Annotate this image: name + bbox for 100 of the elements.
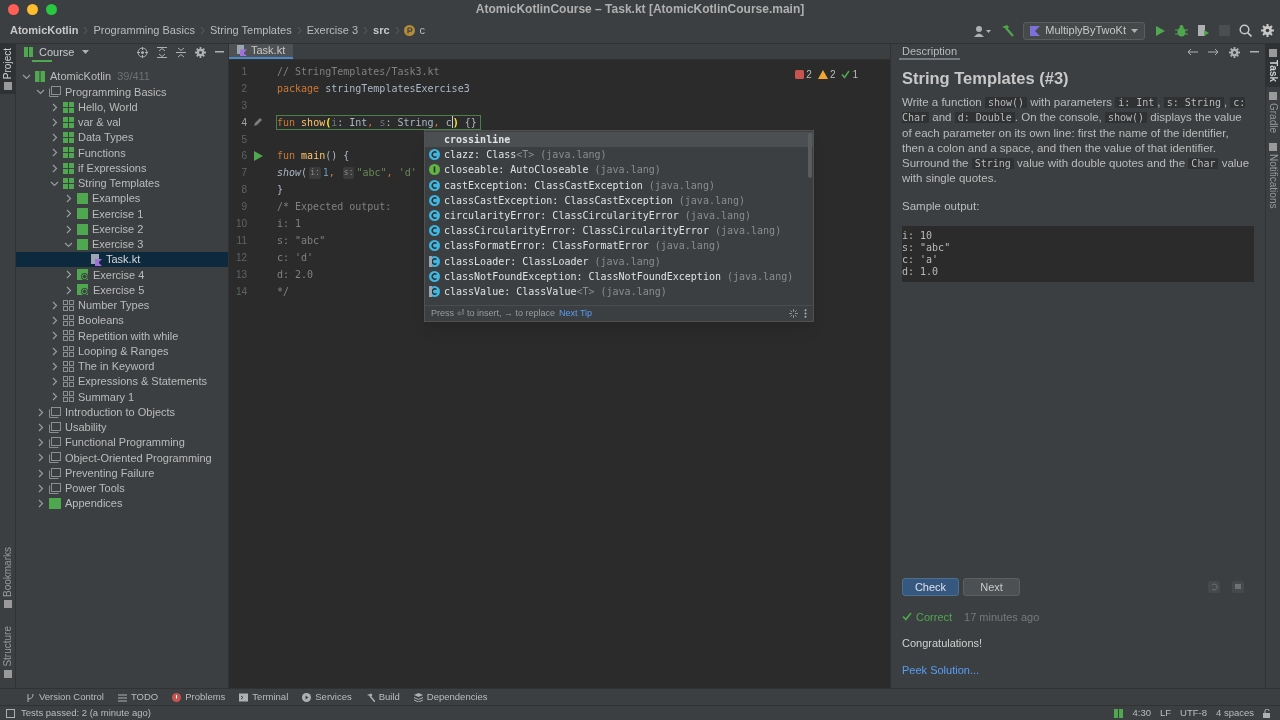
tree-item[interactable]: Functional Programming — [16, 435, 228, 451]
zoom-button[interactable] — [46, 4, 57, 15]
tool-window-button[interactable]: Build — [365, 689, 400, 705]
arrow-right-icon[interactable] — [1208, 48, 1219, 56]
tree-item[interactable]: Data Types — [16, 130, 228, 146]
coverage-icon[interactable] — [1197, 24, 1210, 37]
tree-item[interactable]: Object-Oriented Programming — [16, 450, 228, 466]
inspection-indicator[interactable]: 1 — [841, 67, 858, 82]
settings-icon[interactable] — [1229, 46, 1240, 58]
tree-item[interactable]: Power Tools — [16, 480, 228, 496]
tree-item[interactable]: Functions — [16, 145, 228, 161]
tree-item[interactable]: Repetition with while — [16, 328, 228, 344]
run-configuration-dropdown[interactable]: MultiplyByTwoKt — [1023, 21, 1145, 40]
settings-icon[interactable] — [1261, 24, 1274, 37]
breadcrumb[interactable]: c — [418, 22, 427, 39]
inspection-indicator[interactable]: 2 — [817, 67, 836, 82]
panel-tab[interactable]: Description — [899, 44, 961, 60]
side-tab[interactable]: Project — [0, 44, 15, 95]
completion-item[interactable]: classCastException: ClassCastException (java.lang) — [425, 192, 813, 208]
completion-item[interactable]: castException: ClassCastException (java.lang) — [425, 177, 813, 193]
tree-item[interactable]: Preventing Failure — [16, 465, 228, 481]
side-tab[interactable]: Structure — [0, 622, 15, 682]
tool-window-button[interactable]: Dependencies — [413, 689, 488, 705]
panel-toggle-icon[interactable] — [6, 708, 15, 718]
side-tab[interactable]: Bookmarks — [0, 543, 15, 613]
tree-item[interactable]: The in Keyword — [16, 358, 228, 374]
settings-icon[interactable] — [195, 46, 206, 58]
tool-window-button[interactable]: Services — [302, 689, 352, 705]
tree-item[interactable]: Programming Basics — [16, 84, 228, 100]
result-status: Correct — [902, 608, 953, 625]
indent-setting[interactable]: 4 spaces — [1215, 705, 1254, 720]
file-tab[interactable]: Task.kt — [229, 44, 294, 59]
tree-item[interactable]: Summary 1 — [16, 389, 228, 405]
tree-item[interactable]: Exercise 3 — [16, 236, 228, 252]
run-icon[interactable] — [1154, 24, 1166, 37]
pencil-icon — [253, 117, 263, 128]
tree-item[interactable]: Booleans — [16, 313, 228, 329]
completion-item[interactable]: classCircularityError: ClassCircularityError (java.lang) — [425, 223, 813, 239]
search-icon[interactable] — [1239, 24, 1252, 37]
peek-solution-link[interactable]: Peek Solution... — [902, 661, 980, 678]
caret-position[interactable]: 4:30 — [1132, 705, 1151, 720]
completion-item[interactable]: classFormatError: ClassFormatError (java.lang) — [425, 238, 813, 254]
tree-item[interactable]: Hello, World — [16, 99, 228, 115]
arrow-left-icon[interactable] — [1187, 48, 1198, 56]
side-tab[interactable]: Notifications — [1266, 138, 1280, 214]
tool-window-button[interactable]: Terminal — [239, 689, 289, 705]
tree-item[interactable]: Exercise 4 — [16, 267, 228, 283]
check-button[interactable]: Check — [902, 577, 959, 596]
task-title: String Templates (#3) — [902, 68, 1070, 88]
minimize-button[interactable] — [27, 4, 38, 15]
breadcrumb[interactable]: Programming Basics — [92, 22, 196, 39]
file-encoding[interactable]: UTF-8 — [1180, 705, 1207, 720]
breadcrumb[interactable]: String Templates — [208, 22, 293, 39]
course-view-dropdown[interactable]: Course — [39, 43, 90, 61]
book-icon[interactable] — [1114, 708, 1124, 718]
tree-item[interactable]: Number Types — [16, 297, 228, 313]
side-tab[interactable]: Task — [1266, 44, 1280, 88]
tree-item[interactable]: Exercise 1 — [16, 206, 228, 222]
tool-window-button[interactable]: Problems — [172, 689, 226, 705]
tool-window-button[interactable]: Version Control — [26, 689, 104, 705]
line-separator[interactable]: LF — [1159, 705, 1172, 720]
breadcrumb[interactable]: AtomicKotlin — [9, 22, 80, 39]
completion-item[interactable]: classValue: ClassValue<T> (java.lang) — [425, 283, 813, 300]
tree-item[interactable]: if Expressions — [16, 160, 228, 176]
completion-item[interactable]: classLoader: ClassLoader (java.lang) — [425, 253, 813, 269]
completion-item[interactable]: circularityError: ClassCircularityError (java.lang) — [425, 207, 813, 224]
tree-item[interactable]: String Templates — [16, 175, 228, 191]
tree-item[interactable]: Looping & Ranges — [16, 343, 228, 359]
breadcrumb[interactable]: src — [372, 22, 391, 39]
tree-item[interactable]: Examples — [16, 191, 228, 207]
tree-item[interactable]: Expressions & Statements — [16, 374, 228, 390]
tree-item[interactable]: Appendices — [16, 496, 228, 512]
lock-icon[interactable] — [1263, 708, 1272, 718]
tree-item[interactable]: Usability — [16, 419, 228, 435]
bug-icon[interactable] — [1175, 24, 1188, 37]
kotlin-icon — [1030, 25, 1041, 36]
run-icon[interactable] — [253, 150, 263, 161]
hammer-icon[interactable] — [1000, 23, 1015, 38]
next-tip-link[interactable]: Next Tip — [559, 306, 593, 321]
target-icon[interactable] — [137, 46, 148, 58]
completion-item[interactable]: crossinline — [425, 132, 813, 148]
next-button[interactable]: Next — [963, 577, 1020, 596]
tree-item[interactable]: Task.kt — [16, 252, 228, 268]
close-button[interactable] — [8, 4, 19, 15]
more-icon[interactable] — [804, 309, 807, 318]
tree-item[interactable]: Exercise 2 — [16, 221, 228, 237]
collapse-all-icon[interactable] — [176, 46, 186, 58]
breadcrumb[interactable]: Exercise 3 — [305, 22, 360, 39]
tree-item[interactable]: Exercise 5 — [16, 282, 228, 298]
completion-item[interactable]: closeable: AutoCloseable (java.lang) — [425, 162, 813, 178]
completion-item[interactable]: classNotFoundException: ClassNotFoundException (java.lang) — [425, 268, 813, 284]
inspection-indicator[interactable]: 2 — [795, 67, 812, 82]
tree-item[interactable]: var & val — [16, 114, 228, 130]
side-tab[interactable]: Gradle — [1266, 87, 1280, 139]
completion-item[interactable]: clazz: Class<T> (java.lang) — [425, 147, 813, 163]
tree-item[interactable]: Introduction to Objects — [16, 404, 228, 420]
expand-all-icon[interactable] — [157, 46, 167, 58]
user-icon[interactable] — [973, 24, 992, 37]
output-line: s: "abc" — [902, 242, 952, 255]
tool-window-button[interactable]: TODO — [117, 689, 159, 705]
